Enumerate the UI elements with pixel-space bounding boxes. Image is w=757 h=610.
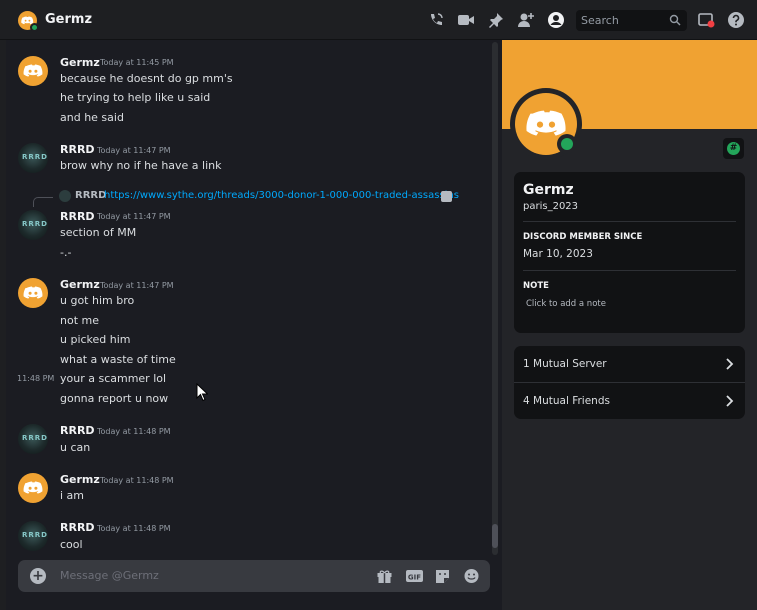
scrollbar-track[interactable] — [492, 42, 498, 555]
message-text: he trying to help like u said — [60, 91, 211, 104]
message-text: i am — [60, 489, 85, 502]
message-text: and he said — [60, 111, 124, 124]
dm-title: Germz — [45, 12, 93, 27]
message-timestamp: Today at 11:45 PM — [100, 58, 174, 67]
message-author[interactable]: RRRD — [60, 143, 95, 156]
rrrd-avatar[interactable]: RRRD — [18, 143, 48, 173]
inbox-icon[interactable] — [697, 11, 715, 29]
image-icon — [441, 191, 452, 202]
online-status-icon — [557, 134, 577, 154]
mutual-friends-label: 4 Mutual Friends — [523, 395, 610, 407]
mutual-friends-row[interactable]: 4 Mutual Friends — [514, 383, 745, 419]
message-text: because he doesnt do gp mm's — [60, 72, 233, 85]
user-profile-icon[interactable] — [547, 11, 565, 29]
germz-avatar[interactable] — [18, 473, 48, 503]
pin-icon[interactable] — [487, 11, 505, 29]
chevron-right-icon — [726, 395, 734, 407]
gift-icon[interactable] — [376, 568, 393, 584]
profile-display-name: Germz — [523, 182, 574, 198]
sticker-icon[interactable] — [434, 568, 451, 584]
video-icon[interactable] — [457, 11, 475, 29]
message-text: u got him bro — [60, 294, 135, 307]
search-icon[interactable] — [669, 14, 681, 26]
message-input[interactable]: Message @Germz — [60, 569, 159, 582]
message-author[interactable]: Germz — [60, 278, 100, 291]
header-avatar[interactable] — [18, 11, 39, 32]
profile-username: paris_2023 — [523, 201, 579, 212]
message-timestamp: Today at 11:48 PM — [97, 524, 171, 533]
member-since-date: Mar 10, 2023 — [523, 248, 593, 260]
message-author[interactable]: RRRD — [60, 424, 95, 437]
discord-logo-icon — [23, 481, 43, 494]
search-placeholder: Search — [581, 14, 619, 27]
divider — [523, 221, 736, 222]
message-timestamp: Today at 11:47 PM — [100, 281, 174, 290]
search-bar[interactable]: Search — [576, 10, 687, 31]
message-author[interactable]: RRRD — [60, 521, 95, 534]
add-attachment-icon[interactable]: + — [30, 568, 46, 584]
svg-text:GIF: GIF — [408, 574, 421, 582]
message-text: u can — [60, 441, 91, 454]
online-status-icon — [30, 23, 39, 32]
discord-logo-icon — [23, 64, 43, 77]
add-friend-icon[interactable] — [517, 11, 535, 29]
rrrd-avatar[interactable]: RRRD — [18, 424, 48, 454]
mutual-servers-label: 1 Mutual Server — [523, 358, 607, 370]
chevron-right-icon — [726, 358, 734, 370]
mouse-cursor-icon — [196, 383, 208, 402]
discord-logo-icon — [23, 286, 43, 299]
message-timestamp: Today at 11:48 PM — [97, 427, 171, 436]
message-text: gonna report u now — [60, 392, 169, 405]
avatar-text: RRRD — [22, 153, 48, 161]
hover-timestamp: 11:48 PM — [17, 374, 55, 383]
member-since-label: DISCORD MEMBER SINCE — [523, 232, 643, 242]
mutual-servers-row[interactable]: 1 Mutual Server — [514, 346, 745, 382]
message-composer[interactable]: + Message @Germz GIF — [18, 560, 490, 592]
message-text: not me — [60, 314, 99, 327]
message-text: your a scammer lol — [60, 372, 167, 385]
message-author[interactable]: Germz — [60, 56, 100, 69]
germz-avatar[interactable] — [18, 278, 48, 308]
message-timestamp: Today at 11:47 PM — [97, 212, 171, 221]
message-timestamp: Today at 11:48 PM — [100, 476, 174, 485]
rrrd-avatar[interactable]: RRRD — [18, 210, 48, 240]
germz-avatar[interactable] — [18, 56, 48, 86]
message-text: section of MM — [60, 226, 137, 239]
rrrd-avatar[interactable]: RRRD — [18, 521, 48, 551]
message-text: what a waste of time — [60, 353, 176, 366]
emoji-icon[interactable] — [463, 568, 480, 584]
avatar-text: RRRD — [22, 434, 48, 442]
scrollbar-thumb[interactable] — [492, 524, 498, 548]
note-input[interactable]: Click to add a note — [526, 299, 606, 309]
message-text: brow why no if he have a link — [60, 159, 222, 172]
reply-connector — [33, 197, 53, 207]
divider — [523, 270, 736, 271]
message-author[interactable]: Germz — [60, 473, 100, 486]
hashtag-badge-icon[interactable]: # — [723, 138, 744, 159]
reply-link[interactable]: https://www.sythe.org/threads/3000-donor… — [104, 190, 459, 201]
call-icon[interactable] — [427, 11, 445, 29]
avatar-text: RRRD — [22, 220, 48, 228]
gif-icon[interactable]: GIF — [405, 568, 424, 584]
message-author[interactable]: RRRD — [60, 210, 95, 223]
mutuals-card: 1 Mutual Server 4 Mutual Friends — [514, 346, 745, 419]
message-text: cool — [60, 538, 83, 551]
message-text: -.- — [60, 246, 72, 259]
reply-author[interactable]: RRRD — [75, 190, 106, 201]
note-label: NOTE — [523, 281, 549, 291]
help-icon[interactable] — [727, 11, 745, 29]
avatar-text: RRRD — [22, 531, 48, 539]
message-timestamp: Today at 11:47 PM — [97, 146, 171, 155]
message-text: u picked him — [60, 333, 131, 346]
discord-window: Germz Search Germz Today at 11:45 PM bec… — [0, 0, 757, 610]
reply-avatar[interactable] — [59, 190, 71, 202]
dm-header: Germz Search — [0, 0, 757, 40]
profile-info-card: Germz paris_2023 DISCORD MEMBER SINCE Ma… — [514, 172, 745, 333]
